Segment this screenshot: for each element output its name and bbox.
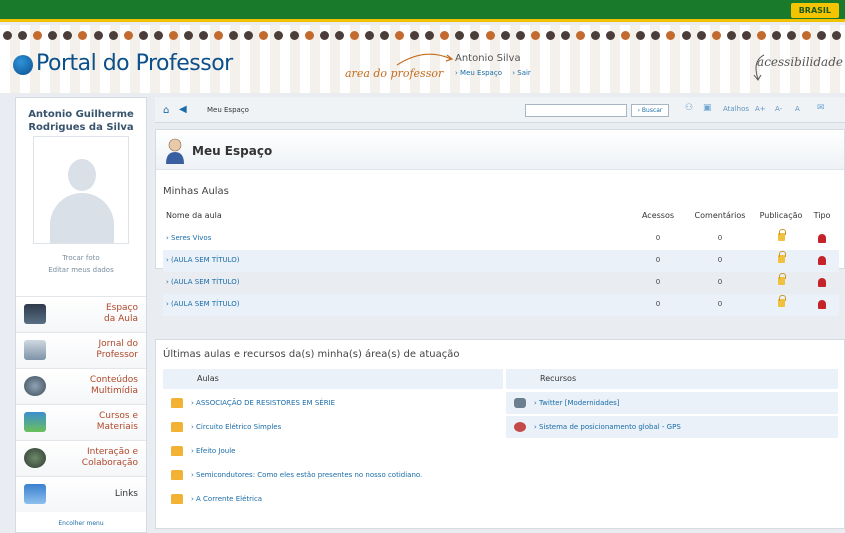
profile-name: Antonio Guilherme Rodrigues da Silva (28, 109, 134, 133)
sidebar-item-interacao[interactable]: Interação e Colaboração (16, 440, 146, 476)
curved-arrow-icon (396, 53, 454, 66)
table-row[interactable]: › Seres Vivos 0 0 (163, 228, 839, 250)
sair-link[interactable]: › Sair (512, 69, 535, 77)
list-item[interactable]: › Semicondutores: Como eles estão presen… (163, 464, 503, 486)
folder-icon (171, 422, 183, 432)
change-photo-link[interactable]: Trocar foto (16, 254, 146, 262)
search-button[interactable]: › Buscar (631, 104, 669, 117)
font-decrease-button[interactable]: A- (775, 105, 782, 113)
books-icon (24, 412, 46, 432)
sidebar-item-links[interactable]: Links (16, 476, 146, 512)
sidebar-item-multimidia[interactable]: Conteúdos Multimídia (16, 368, 146, 404)
links-icon (24, 484, 46, 504)
ultimas-heading: Últimas aulas e recursos da(s) minha(s) … (163, 349, 460, 360)
sitemap-icon[interactable]: ⚇ (685, 103, 693, 113)
list-item[interactable]: › Efeito Joule (163, 440, 503, 462)
table-header: Nome da aula Acessos Comentários Publica… (166, 211, 831, 220)
list-item[interactable]: › A Corrente Elétrica (163, 488, 503, 510)
user-type-icon (818, 300, 826, 309)
lock-icon[interactable] (777, 251, 786, 263)
collapse-menu-link[interactable]: Encolher menu (16, 520, 146, 527)
breadcrumb: Meu Espaço (207, 106, 249, 114)
font-increase-button[interactable]: A+ (755, 105, 766, 113)
search-input[interactable] (525, 104, 627, 117)
folder-icon (171, 494, 183, 504)
twitter-resource-icon (514, 398, 526, 408)
multimedia-icon (24, 376, 46, 396)
meu-espaco-link[interactable]: › Meu Espaço (455, 69, 506, 77)
sidebar: Antonio Guilherme Rodrigues da Silva Tro… (15, 97, 147, 533)
sidebar-menu: Espaço da Aula Jornal do Professor Conte… (16, 296, 146, 512)
ultimas-panel: Últimas aulas e recursos da(s) minha(s) … (155, 339, 845, 529)
mail-icon[interactable]: ✉ (817, 103, 825, 113)
user-type-icon (818, 278, 826, 287)
list-item[interactable]: › Sistema de posicionamento global - GPS (506, 416, 838, 438)
lock-icon[interactable] (777, 273, 786, 285)
decorative-dots (0, 27, 845, 43)
back-arrow-icon[interactable]: ◀ (179, 104, 187, 115)
folder-icon (171, 470, 183, 480)
site-logo-text[interactable]: Portal do Professor (36, 51, 233, 76)
header-user-links: › Meu Espaço › Sair (455, 69, 539, 77)
newspaper-icon (24, 340, 46, 360)
avatar (33, 136, 129, 244)
page-title: Meu Espaço (192, 144, 273, 158)
table-row[interactable]: › (AULA SEM TÍTULO) 0 0 (163, 294, 839, 316)
table-row[interactable]: › (AULA SEM TÍTULO) 0 0 (163, 272, 839, 294)
site-header: Portal do Professor area do professor An… (0, 25, 845, 93)
list-item[interactable]: › ASSOCIAÇÃO DE RESISTORES EM SÉRIE (163, 392, 503, 414)
page-title-row: Meu Espaço (156, 130, 844, 170)
person-icon (166, 138, 184, 164)
font-reset-button[interactable]: A (795, 105, 800, 113)
meu-espaco-panel: Meu Espaço Minhas Aulas Nome da aula Ace… (155, 129, 845, 316)
accessibility-link[interactable]: acessibilidade (757, 55, 843, 69)
sidebar-item-jornal[interactable]: Jornal do Professor (16, 332, 146, 368)
brasil-badge[interactable]: BRASIL (790, 3, 839, 18)
people-icon (24, 448, 46, 468)
classroom-icon (24, 304, 46, 324)
user-type-icon (818, 256, 826, 265)
lock-icon[interactable] (777, 295, 786, 307)
sidebar-item-espaco-da-aula[interactable]: Espaço da Aula (16, 296, 146, 332)
lock-icon[interactable] (777, 229, 786, 241)
edit-profile-link[interactable]: Editar meus dados (16, 266, 146, 274)
toolbar: ⌂ ◀ Meu Espaço › Buscar ⚇ ▣ Atalhos A+ A… (155, 97, 845, 123)
folder-icon (171, 398, 183, 408)
folder-icon (171, 446, 183, 456)
minhas-aulas-heading: Minhas Aulas (163, 186, 229, 197)
user-type-icon (818, 234, 826, 243)
home-icon[interactable]: ⌂ (163, 105, 169, 116)
minhas-aulas-table: Nome da aula Acessos Comentários Publica… (163, 206, 839, 316)
print-icon[interactable]: ▣ (703, 103, 712, 113)
aulas-column-header: Aulas (163, 369, 503, 389)
main-content: ⌂ ◀ Meu Espaço › Buscar ⚇ ▣ Atalhos A+ A… (155, 97, 845, 533)
sidebar-item-cursos[interactable]: Cursos e Materiais (16, 404, 146, 440)
header-user-name: Antonio Silva (455, 53, 521, 64)
table-row[interactable]: › (AULA SEM TÍTULO) 0 0 (163, 250, 839, 272)
gps-resource-icon (514, 422, 526, 432)
area-label: area do professor (345, 67, 444, 80)
list-item[interactable]: › Circuito Elétrico Simples (163, 416, 503, 438)
globe-logo-icon[interactable] (13, 55, 33, 75)
gov-bar: BRASIL (0, 0, 845, 22)
list-item[interactable]: › Twitter [Modernidades] (506, 392, 838, 414)
atalhos-link[interactable]: Atalhos (723, 105, 749, 113)
recursos-column-header: Recursos (506, 369, 838, 389)
